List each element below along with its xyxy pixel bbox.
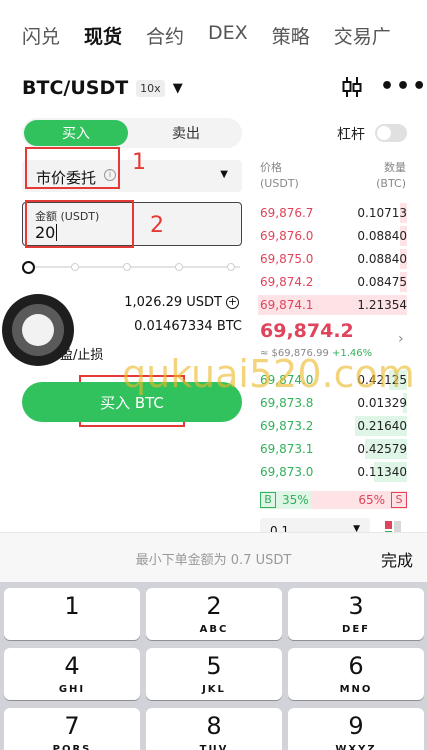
annotation-number-2: 2 [150,213,164,238]
bid-price: 69,873.1 [260,442,314,456]
slider-stop[interactable] [71,263,79,271]
ask-row[interactable]: 69,875.0 0.08840 [258,248,407,270]
ask-row[interactable]: 69,876.0 0.08840 [258,225,407,247]
last-price: 69,874.2 [260,320,354,342]
buy-badge: B [260,492,276,508]
bid-row[interactable]: 69,873.0 0.11340 [258,461,407,483]
caret-down-icon: ▼ [220,169,228,180]
key-digit: 2 [206,592,222,620]
key-letters: TUV [199,744,229,750]
key-8[interactable]: 8 TUV [146,708,282,750]
key-5[interactable]: 5 JKL [146,648,282,700]
leverage-badge: 10x [136,79,165,97]
bid-price: 69,873.2 [260,419,314,433]
key-letters: PQRS [52,744,92,750]
bid-quantity: 0.42579 [357,442,407,456]
bid-row[interactable]: 69,873.2 0.21640 [258,415,407,437]
key-letters: GHI [58,684,86,695]
slider-stop[interactable] [123,263,131,271]
key-digit: 7 [64,712,80,740]
sell-ratio-value: 65% [358,493,385,507]
annotation-number-1: 1 [132,150,146,175]
ask-price: 69,874.1 [260,298,314,312]
buy-tab[interactable]: 买入 [24,120,128,146]
key-digit: 3 [348,592,364,620]
key-1[interactable]: 1 [4,588,140,640]
bid-quantity: 0.21640 [357,419,407,433]
orderbook-qty-header: 数量 (BTC) [376,161,406,190]
ask-price: 69,875.0 [260,252,314,266]
key-digit: 9 [348,712,364,740]
key-3[interactable]: 3 DEF [288,588,424,640]
tab-spot[interactable]: 现货 [84,22,122,52]
slider-stop[interactable] [175,263,183,271]
buy-ratio-value: 35% [282,493,309,507]
more-options-icon[interactable]: ••• [380,76,427,98]
chevron-right-icon[interactable]: › [398,331,404,347]
bid-quantity: 0.11340 [357,465,407,479]
slider-track [28,266,240,268]
orderbook-price-header: 价格 (USDT) [260,161,299,190]
slider-handle[interactable] [22,261,35,274]
key-letters: JKL [202,684,226,695]
ask-price: 69,876.7 [260,206,314,220]
bid-price: 69,873.0 [260,465,314,479]
keyboard-toolbar: 最小下单金额为 0.7 USDT 完成 [0,532,427,582]
caret-down-icon: ▼ [172,80,183,96]
tab-strategy[interactable]: 策略 [272,22,310,52]
ask-quantity: 0.10713 [357,206,407,220]
tab-futures[interactable]: 合约 [146,22,184,52]
done-button[interactable]: 完成 [381,547,413,571]
sell-badge: S [391,492,407,508]
buy-sell-ratio: B 35% 65% S [260,491,407,509]
buy-sell-toggle: 买入 卖出 [22,118,242,148]
key-letters: DEF [342,624,370,635]
pair-selector[interactable]: BTC/USDT 10x ▼ [22,76,183,100]
margin-toggle[interactable] [375,124,407,142]
key-digit: 8 [206,712,222,740]
bid-price: 69,873.8 [260,396,314,410]
slider-stop[interactable] [227,263,235,271]
ask-quantity: 0.08475 [357,275,407,289]
transfer-plus-icon[interactable]: + [226,296,239,309]
ask-row[interactable]: 69,874.2 0.08475 [258,271,407,293]
ask-quantity: 1.21354 [357,298,407,312]
key-letters: ABC [199,624,229,635]
key-letters: MNO [339,684,373,695]
ask-row[interactable]: 69,876.7 0.10713 [258,202,407,224]
tab-trading-plaza[interactable]: 交易广 [334,22,391,52]
min-order-hint: 最小下单金额为 0.7 USDT [135,553,292,568]
bid-row[interactable]: 69,873.1 0.42579 [258,438,407,460]
tab-dex[interactable]: DEX [208,22,248,52]
watermark: qukuai520.com [122,352,415,396]
numeric-keypad: 1 2 ABC 3 DEF 4 GHI 5 JKL 6 MNO 7 PQRS 8 TUV 9 WXYZ [0,582,427,750]
key-2[interactable]: 2 ABC [146,588,282,640]
key-4[interactable]: 4 GHI [4,648,140,700]
key-6[interactable]: 6 MNO [288,648,424,700]
key-digit: 5 [206,652,222,680]
pair-name: BTC/USDT [22,77,129,99]
annotation-box-1 [25,147,120,189]
key-9[interactable]: 9 WXYZ [288,708,424,750]
sell-tab[interactable]: 卖出 [134,120,238,146]
key-letters: WXYZ [335,744,377,750]
ask-quantity: 0.08840 [357,229,407,243]
ask-price: 69,874.2 [260,275,314,289]
key-7[interactable]: 7 PQRS [4,708,140,750]
floating-assistive-button[interactable] [2,294,74,366]
ask-row[interactable]: 69,874.1 1.21354 [258,294,407,316]
amount-slider[interactable] [22,261,242,274]
key-digit: 6 [348,652,364,680]
key-digit: 4 [64,652,80,680]
candlestick-chart-icon[interactable] [340,75,364,99]
ask-quantity: 0.08840 [357,252,407,266]
margin-label: 杠杆 [337,127,365,143]
top-tabs: 闪兑 现货 合约 DEX 策略 交易广 [22,22,427,52]
tab-flash-swap[interactable]: 闪兑 [22,22,60,52]
key-digit: 1 [64,592,80,620]
annotation-box-2 [25,200,134,248]
ask-price: 69,876.0 [260,229,314,243]
bid-quantity: 0.01329 [357,396,407,410]
